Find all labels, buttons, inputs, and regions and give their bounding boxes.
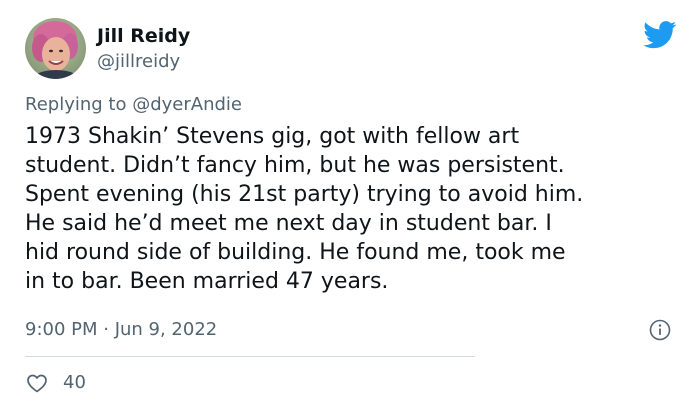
tweet-text: 1973 Shakin’ Stevens gig, got with fello…: [25, 122, 685, 296]
tweet-text-line: Spent evening (his 21st party) trying to…: [25, 182, 584, 207]
twitter-bird-icon[interactable]: [643, 21, 677, 49]
tweet-text-line: student. Didn’t fancy him, but he was pe…: [25, 153, 565, 178]
reply-prefix: Replying to: [25, 94, 127, 115]
tweet-timestamp[interactable]: 9:00 PM · Jun 9, 2022: [25, 318, 217, 342]
reply-mention-link[interactable]: @dyerAndie: [132, 94, 242, 115]
tweet-text-line: hid round side of building. He found me,…: [25, 240, 566, 265]
author-display-name[interactable]: Jill Reidy: [97, 24, 190, 48]
tweet-text-line: He said he’d meet me next day in student…: [25, 211, 552, 236]
avatar[interactable]: [25, 18, 86, 79]
tweet-text-line: 1973 Shakin’ Stevens gig, got with fello…: [25, 124, 520, 149]
reply-context: Replying to @dyerAndie: [25, 93, 242, 117]
author-handle[interactable]: @jillreidy: [97, 50, 180, 74]
like-count[interactable]: 40: [63, 371, 86, 395]
profile-photo-avatar: [25, 18, 86, 79]
heart-icon[interactable]: [25, 371, 49, 395]
tweet-text-line: in to bar. Been married 47 years.: [25, 269, 389, 294]
tweet-card: Jill Reidy @jillreidy Replying to @dyerA…: [0, 0, 700, 410]
divider: [25, 356, 475, 357]
info-icon[interactable]: [648, 318, 672, 342]
